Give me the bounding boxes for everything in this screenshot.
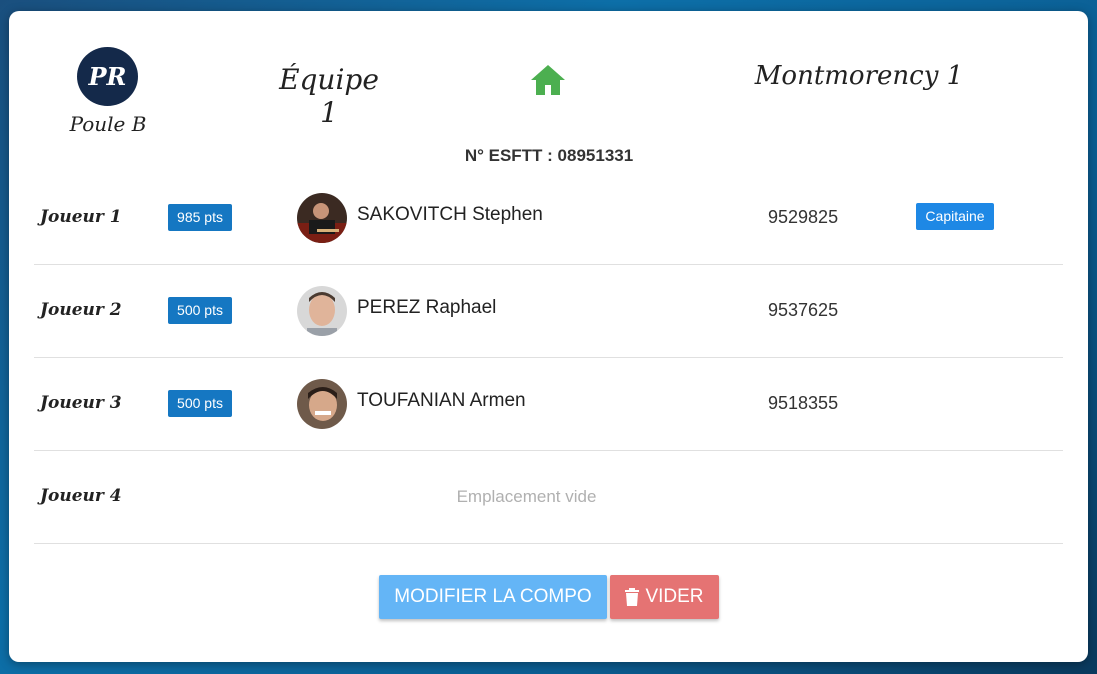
modify-lineup-label: MODIFIER LA COMPO	[394, 586, 592, 607]
clear-lineup-label: VIDER	[645, 586, 704, 607]
team-initials-avatar: PR	[77, 47, 138, 106]
opponent-team: Montmorency 1	[754, 61, 964, 91]
empty-slot-text: Emplacement vide	[456, 487, 597, 506]
team-initials: PR	[88, 62, 127, 91]
modify-lineup-button[interactable]: MODIFIER LA COMPO	[379, 575, 607, 619]
licence-number: 9518355	[768, 393, 839, 413]
player-slot-label: Joueur 1	[40, 207, 122, 227]
player-row: Joueur 1 985 pts SAKOVITCH Stephen 95298…	[34, 171, 1063, 265]
clear-lineup-button[interactable]: VIDER	[610, 575, 719, 619]
player-slot-label: Joueur 3	[40, 393, 122, 413]
trash-icon	[625, 588, 640, 606]
esftt-number: N° ESFTT : 08951331	[464, 146, 634, 165]
licence-number: 9529825	[768, 207, 839, 227]
poule-label: Poule B	[69, 112, 147, 136]
team-name: Équipe 1	[279, 63, 379, 129]
captain-badge: Capitaine	[916, 203, 994, 230]
player-row: Joueur 3 500 pts TOUFANIAN Armen 9518355	[34, 357, 1063, 451]
player-name: PEREZ Raphael	[357, 297, 497, 318]
home-icon	[531, 65, 565, 95]
player-slot-label: Joueur 2	[40, 300, 122, 320]
player-row: Joueur 2 500 pts PEREZ Raphael 9537625	[34, 264, 1063, 358]
team-card: PR Poule B Équipe 1 Montmorency 1 N° ESF…	[9, 11, 1088, 662]
player-avatar	[297, 286, 347, 336]
points-badge: 985 pts	[168, 204, 232, 231]
licence-number: 9537625	[768, 300, 839, 320]
player-name: SAKOVITCH Stephen	[357, 204, 543, 225]
points-badge: 500 pts	[168, 297, 232, 324]
player-name: TOUFANIAN Armen	[357, 390, 526, 411]
player-avatar	[297, 193, 347, 243]
player-row-empty: Joueur 4 Emplacement vide	[34, 450, 1063, 544]
points-badge: 500 pts	[168, 390, 232, 417]
player-avatar	[297, 379, 347, 429]
